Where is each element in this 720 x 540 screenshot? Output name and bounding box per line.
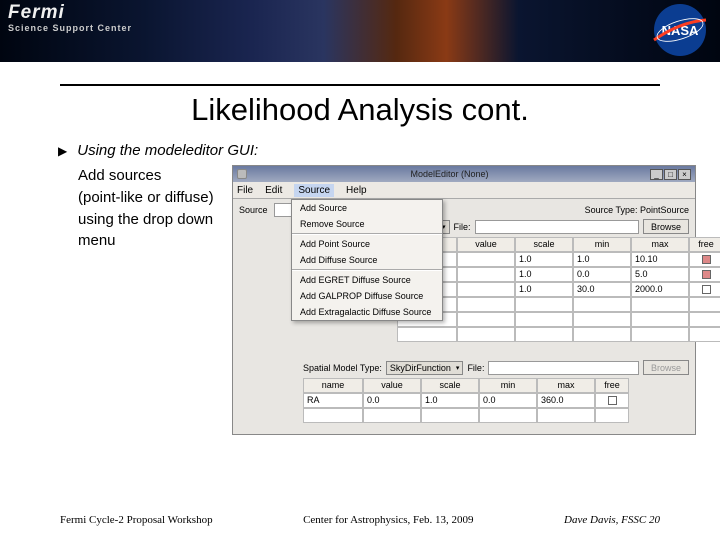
col-max: max	[631, 237, 689, 252]
maximize-button[interactable]: □	[664, 169, 677, 180]
ssc-subtitle: Science Support Center	[8, 23, 132, 33]
menu-edit[interactable]: Edit	[265, 185, 282, 196]
fermi-wordmark: Fermi	[8, 2, 132, 24]
slide-title: Likelihood Analysis cont.	[60, 92, 660, 128]
spatial-file-input[interactable]	[488, 361, 639, 375]
file-label: File:	[454, 222, 471, 232]
menu-item-add-source[interactable]: Add Source	[292, 200, 442, 216]
col-scale: scale	[515, 237, 573, 252]
menubar: File Edit Source Help	[233, 182, 695, 199]
cell[interactable]: 0.0	[573, 267, 631, 282]
title-container: Likelihood Analysis cont.	[60, 84, 660, 128]
free-checkbox[interactable]	[595, 393, 629, 408]
cell[interactable]	[457, 282, 515, 297]
menu-item-add-extragalactic[interactable]: Add Extragalactic Diffuse Source	[292, 304, 442, 320]
desc-line: (point-like or diffuse)	[78, 187, 228, 209]
cell[interactable]	[457, 267, 515, 282]
footer-left: Fermi Cycle-2 Proposal Workshop	[60, 514, 213, 526]
bullet-row: ▶ Using the modeleditor GUI:	[58, 142, 720, 159]
col-value: value	[363, 378, 421, 393]
browse-button[interactable]: Browse	[643, 219, 689, 234]
window-title: ModelEditor (None)	[249, 169, 650, 179]
source-dropdown-menu: Add Source Remove Source Add Point Sourc…	[291, 199, 443, 321]
col-min: min	[479, 378, 537, 393]
source-type-label: Source Type: PointSource	[585, 205, 689, 215]
spectral-file-input[interactable]	[475, 220, 639, 234]
menu-source[interactable]: Source	[294, 184, 334, 197]
menu-separator	[292, 269, 442, 271]
col-value: value	[457, 237, 515, 252]
col-scale: scale	[421, 378, 479, 393]
col-free: free	[689, 237, 720, 252]
desc-line: menu	[78, 230, 228, 252]
window-titlebar[interactable]: ModelEditor (None) _ □ ×	[233, 166, 695, 182]
fermi-logo: Fermi Science Support Center	[8, 2, 132, 33]
bullet-icon: ▶	[58, 144, 67, 158]
source-label: Source	[239, 205, 268, 215]
table-row	[397, 327, 689, 342]
menu-file[interactable]: File	[237, 185, 253, 196]
cell[interactable]: 1.0	[515, 282, 573, 297]
desc-line: using the drop down	[78, 209, 228, 231]
cell[interactable]: 5.0	[631, 267, 689, 282]
window-menu-icon[interactable]	[237, 169, 247, 179]
spatial-model-combo[interactable]: SkyDirFunction ▾	[386, 361, 464, 375]
footer-center: Center for Astrophysics, Feb. 13, 2009	[303, 514, 473, 526]
modeleditor-window: ModelEditor (None) _ □ × File Edit Sourc…	[232, 165, 696, 435]
col-free: free	[595, 378, 629, 393]
header-banner: Fermi Science Support Center NASA	[0, 0, 720, 62]
free-checkbox[interactable]	[689, 267, 720, 282]
cell[interactable]: 0.0	[363, 393, 421, 408]
spatial-section: Spatial Model Type: SkyDirFunction ▾ Fil…	[239, 360, 689, 423]
menu-item-add-diffuse[interactable]: Add Diffuse Source	[292, 252, 442, 268]
cell[interactable]: 1.0	[573, 252, 631, 267]
cell[interactable]: RA	[303, 393, 363, 408]
cell[interactable]: 2000.0	[631, 282, 689, 297]
menu-help[interactable]: Help	[346, 185, 367, 196]
table-row: RA 0.0 1.0 0.0 360.0	[303, 393, 689, 408]
cell[interactable]: 10.10	[631, 252, 689, 267]
spatial-model-row: Spatial Model Type: SkyDirFunction ▾ Fil…	[239, 360, 689, 375]
menu-item-add-point[interactable]: Add Point Source	[292, 236, 442, 252]
spatial-params-table: name value scale min max free RA 0.0 1.0…	[239, 378, 689, 423]
cell[interactable]	[457, 252, 515, 267]
spatial-model-label: Spatial Model Type:	[303, 363, 382, 373]
menu-item-add-galprop[interactable]: Add GALPROP Diffuse Source	[292, 288, 442, 304]
minimize-button[interactable]: _	[650, 169, 663, 180]
cell[interactable]: 360.0	[537, 393, 595, 408]
table-row	[303, 408, 689, 423]
slide-footer: Fermi Cycle-2 Proposal Workshop Center f…	[0, 514, 720, 526]
cell[interactable]: 0.0	[479, 393, 537, 408]
footer-right: Dave Davis, FSSC 20	[564, 514, 660, 526]
body-row: Add sources (point-like or diffuse) usin…	[78, 165, 720, 435]
col-min: min	[573, 237, 631, 252]
col-name: name	[303, 378, 363, 393]
cell[interactable]: 1.0	[515, 267, 573, 282]
menu-item-remove-source[interactable]: Remove Source	[292, 216, 442, 232]
col-max: max	[537, 378, 595, 393]
nasa-logo: NASA	[646, 2, 714, 58]
menu-item-add-egret[interactable]: Add EGRET Diffuse Source	[292, 272, 442, 288]
close-button[interactable]: ×	[678, 169, 691, 180]
desc-line: Add sources	[78, 165, 228, 187]
menu-separator	[292, 233, 442, 235]
file-label: File:	[467, 363, 484, 373]
cell[interactable]: 30.0	[573, 282, 631, 297]
chevron-down-icon: ▾	[456, 364, 460, 372]
free-checkbox[interactable]	[689, 252, 720, 267]
combo-value: SkyDirFunction	[390, 363, 451, 373]
free-checkbox[interactable]	[689, 282, 720, 297]
cell[interactable]: 1.0	[421, 393, 479, 408]
description-text: Add sources (point-like or diffuse) usin…	[78, 165, 228, 435]
browse-button-disabled: Browse	[643, 360, 689, 375]
cell[interactable]: 1.0	[515, 252, 573, 267]
bullet-text: Using the modeleditor GUI:	[77, 142, 258, 159]
